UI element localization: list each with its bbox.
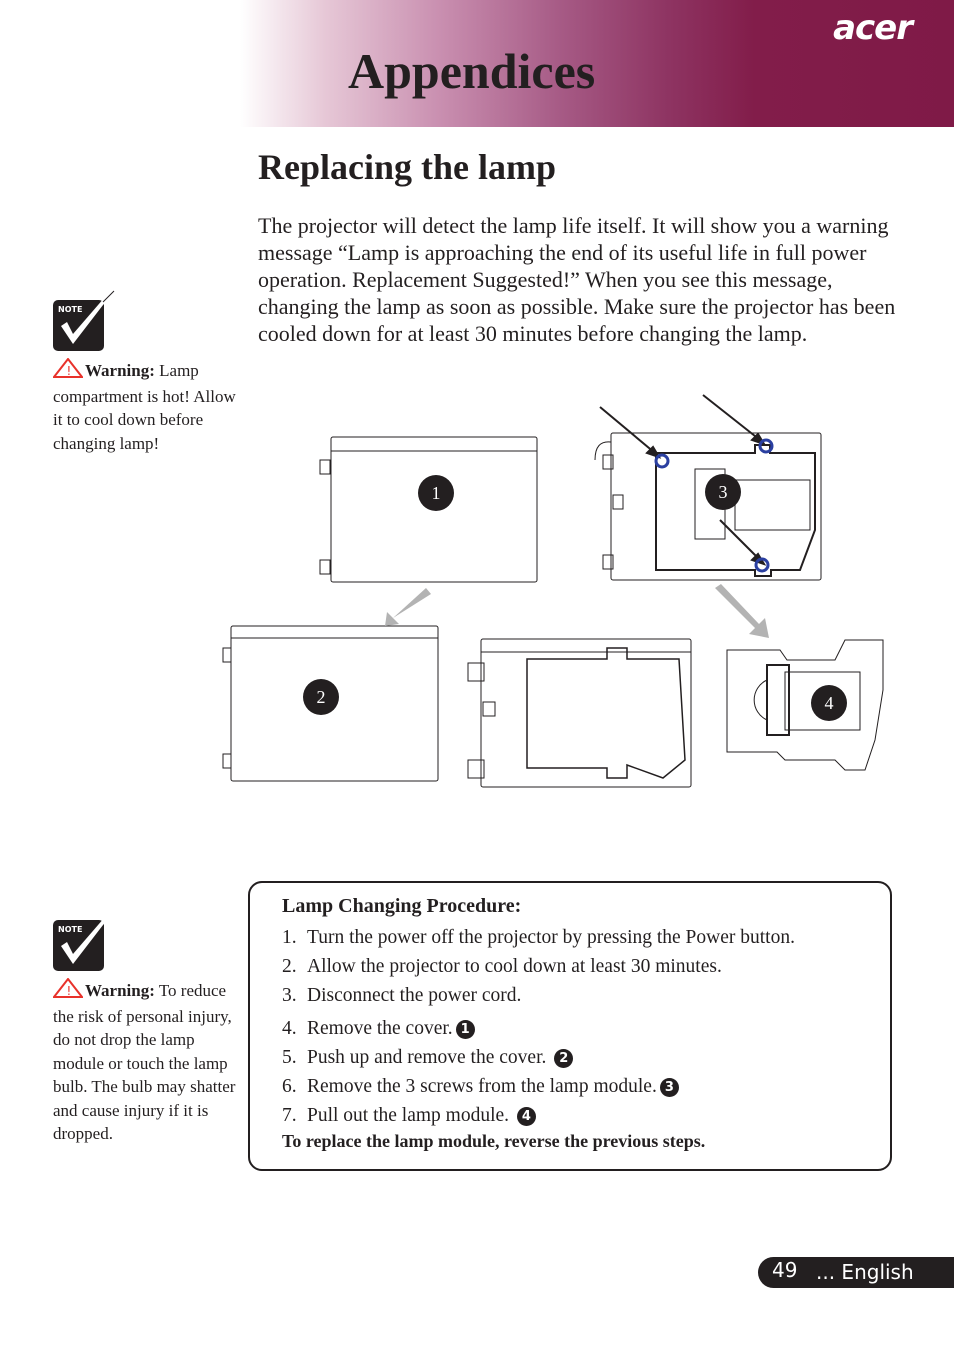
chapter-title: Appendices [348,43,596,99]
procedure-step: 3. Disconnect the power cord. [282,985,522,1006]
lamp-replacement-diagram: 1 2 3 4 [215,390,895,800]
arrow-step3-to-step4 [715,584,769,638]
step-ref-badge: 1 [455,1020,475,1039]
section-title: Replacing the lamp [258,147,557,187]
procedure-step: 7. Pull out the lamp module. 4 [282,1101,795,1130]
step-badge-4: 4 [811,685,847,721]
warning-label: Warning: [85,981,155,1000]
step-ref-badge: 2 [554,1049,574,1068]
warning-body: To reduce the risk of personal injury, d… [53,981,236,1143]
sidebar-note-2: NOTE ! Warning: To reduce the risk of pe… [51,910,243,1146]
note-check-icon: NOTE [53,910,115,971]
arrow-step1-to-step2 [385,588,431,626]
warning-triangle-icon: ! [51,357,85,385]
diagram-drawing [222,394,884,788]
page-language: ... English [816,1260,914,1284]
svg-text:!: ! [67,984,72,998]
procedure-steps: 1. Turn the power off the projector by pr… [282,923,795,1130]
screw-1 [654,453,670,469]
lamp-module [726,639,884,771]
procedure-box: Lamp Changing Procedure: 1. Turn the powe… [248,881,892,1171]
svg-text:!: ! [67,364,72,378]
procedure-step: 5. Push up and remove the cover. 2 [282,1043,795,1072]
projector-open-compartment [467,638,692,788]
warning-triangle-icon: ! [51,977,85,1005]
intro-paragraph: The projector will detect the lamp life … [258,213,896,346]
transition-arrows [385,584,769,638]
procedure-step: 4. Remove the cover. 1 [282,1014,795,1043]
step-badge-1: 1 [418,475,454,511]
svg-text:NOTE: NOTE [58,925,82,934]
acer-logo: acer [833,8,913,48]
projector-lamp-screws [594,432,822,581]
step-ref-badge: 3 [659,1078,679,1097]
svg-text:NOTE: NOTE [58,305,82,314]
warning-label: Warning: [85,361,155,380]
procedure-footer: To replace the lamp module, reverse the … [282,1131,706,1151]
page-footer-tab: 49 ... English [758,1257,954,1288]
note-check-icon: NOTE [53,290,115,351]
procedure-step: 2. Allow the projector to cool down at le… [282,956,722,977]
procedure-step: 1. Turn the power off the projector by pr… [282,927,795,948]
procedure-step: 6. Remove the 3 screws from the lamp modu… [282,1072,795,1101]
procedure-title: Lamp Changing Procedure: [282,895,522,917]
warning-text-2: ! Warning: To reduce the risk of persona… [51,977,243,1146]
page-number: 49 [772,1258,798,1282]
step-badge-2: 2 [303,679,339,715]
step-ref-badge: 4 [516,1107,536,1126]
step-badge-3: 3 [705,474,741,510]
